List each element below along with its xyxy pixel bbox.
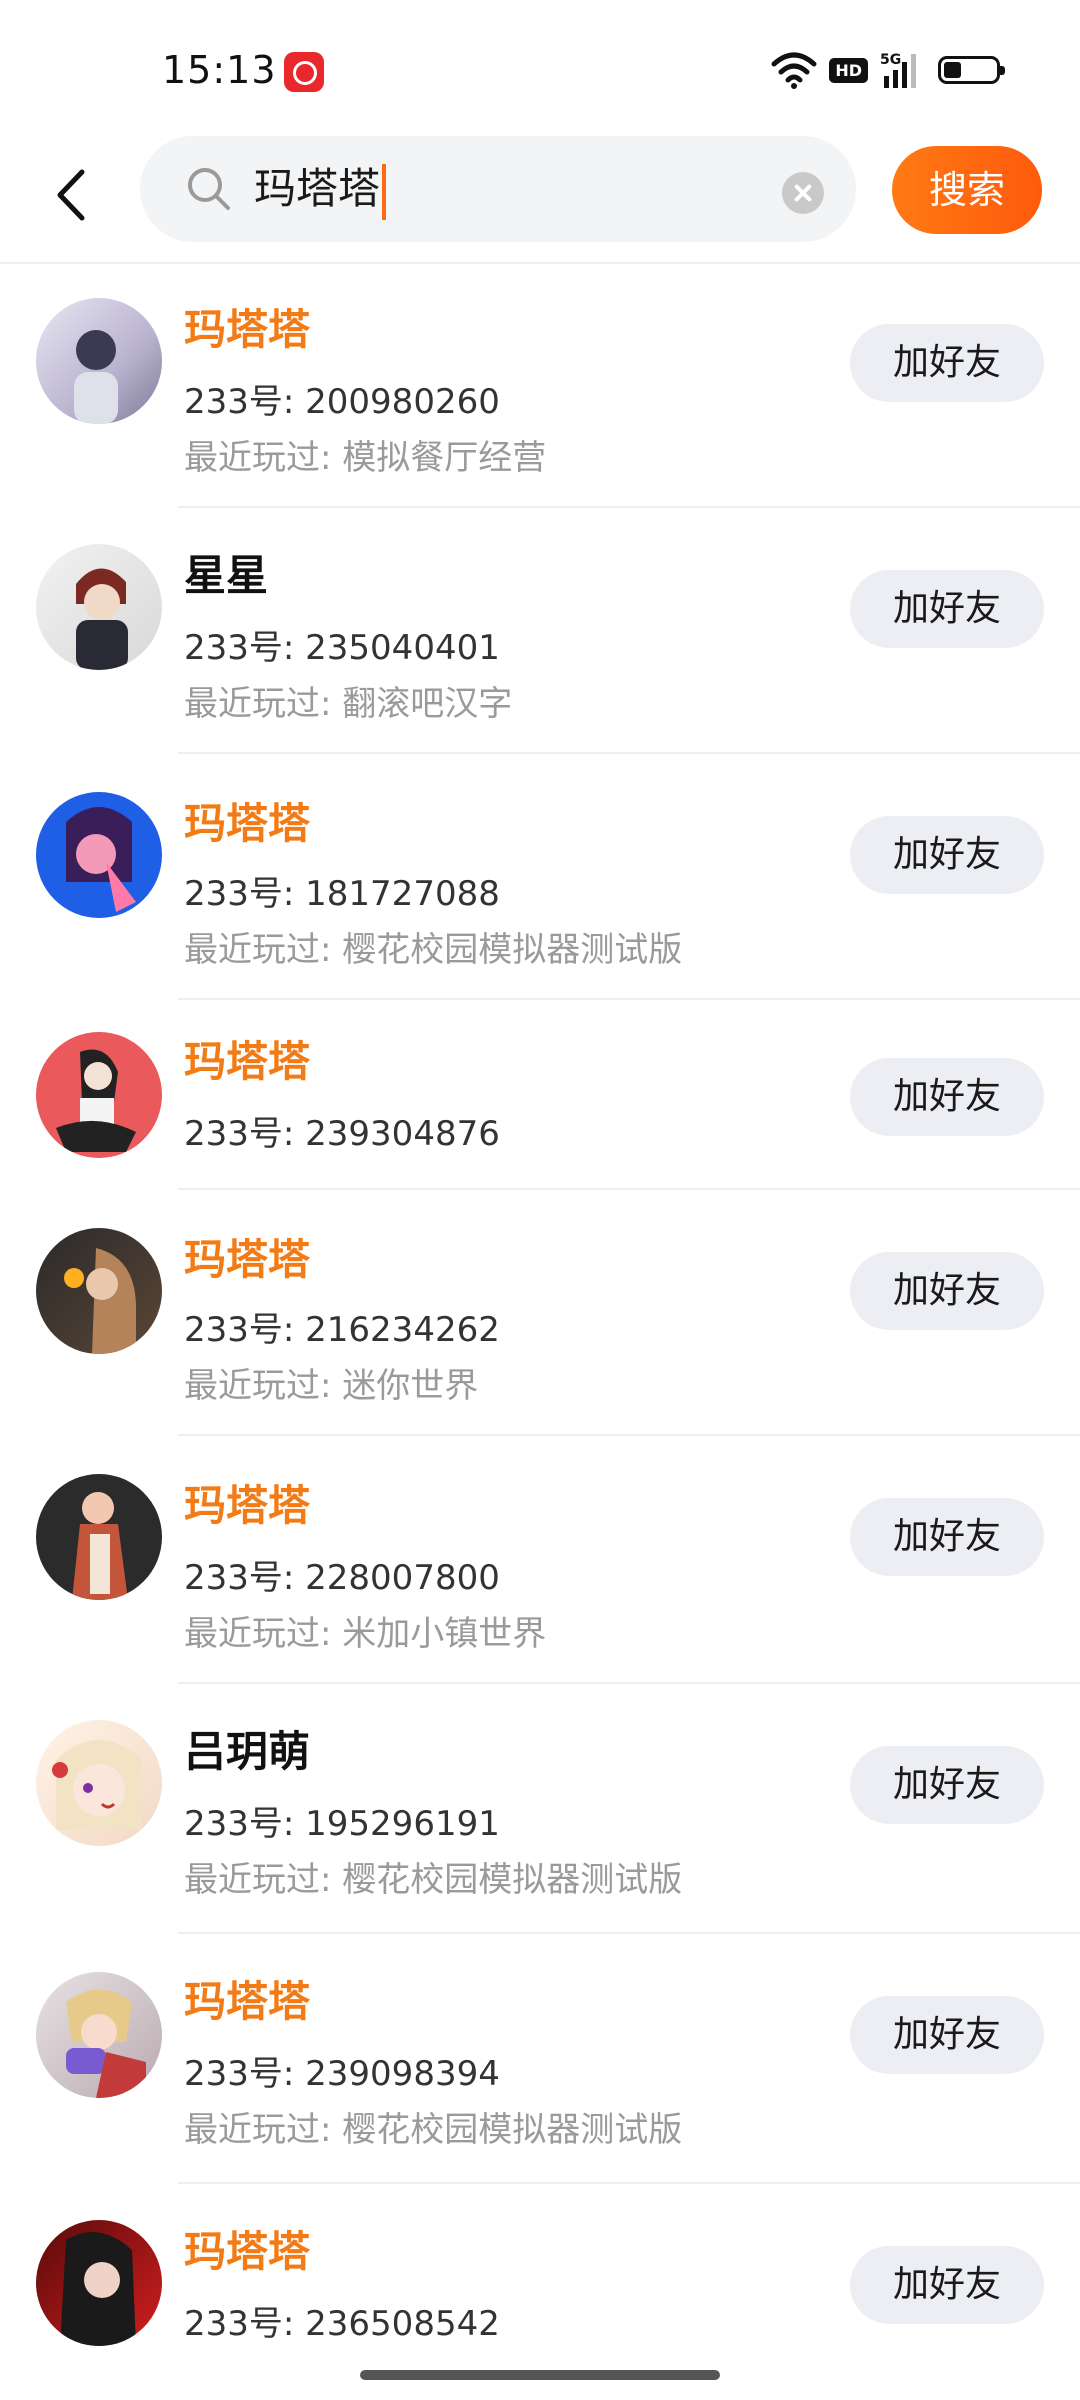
user-id: 233号: 239304876 bbox=[184, 1114, 500, 1154]
user-id: 233号: 236508542 bbox=[184, 2304, 500, 2344]
add-friend-button[interactable]: 加好友 bbox=[850, 570, 1044, 648]
text-caret bbox=[382, 163, 387, 220]
add-friend-button[interactable]: 加好友 bbox=[850, 816, 1044, 894]
user-name: 玛塔塔 bbox=[184, 1481, 311, 1530]
user-id: 233号: 235040401 bbox=[184, 628, 500, 668]
user-name: 玛塔塔 bbox=[184, 305, 311, 354]
search-icon bbox=[188, 168, 230, 210]
recent-played: 最近玩过: 樱花校园模拟器测试版 bbox=[184, 2110, 683, 2150]
user-name: 玛塔塔 bbox=[184, 1977, 311, 2026]
user-result-list: 玛塔塔 233号: 200980260 最近玩过: 模拟餐厅经营 加好友 星星 … bbox=[0, 264, 1080, 2354]
list-item[interactable]: 玛塔塔 233号: 216234262 最近玩过: 迷你世界 加好友 bbox=[0, 1190, 1080, 1436]
app-notification-icon bbox=[284, 52, 324, 92]
user-name: 玛塔塔 bbox=[184, 1235, 311, 1284]
list-item[interactable]: 玛塔塔 233号: 236508542 加好友 bbox=[0, 2184, 1080, 2354]
search-button[interactable]: 搜索 bbox=[892, 146, 1042, 234]
status-bar: 15:13 HD 5G bbox=[0, 0, 1080, 130]
user-name: 玛塔塔 bbox=[184, 1037, 311, 1086]
svg-text:5G: 5G bbox=[880, 52, 901, 68]
system-icons: HD 5G bbox=[771, 50, 1005, 90]
list-item[interactable]: 玛塔塔 233号: 181727088 最近玩过: 樱花校园模拟器测试版 加好友 bbox=[0, 754, 1080, 1000]
user-name: 星星 bbox=[184, 551, 269, 600]
status-time: 15:13 bbox=[162, 48, 277, 92]
back-icon[interactable] bbox=[46, 160, 96, 230]
avatar[interactable] bbox=[36, 1720, 162, 1846]
list-item[interactable]: 星星 233号: 235040401 最近玩过: 翻滚吧汉字 加好友 bbox=[0, 508, 1080, 754]
search-input[interactable]: 玛塔塔 bbox=[254, 156, 387, 222]
signal-5g-icon: 5G bbox=[880, 52, 916, 88]
avatar[interactable] bbox=[36, 792, 162, 918]
clear-icon[interactable] bbox=[782, 172, 824, 214]
list-item[interactable]: 玛塔塔 233号: 239304876 加好友 bbox=[0, 1000, 1080, 1190]
list-item[interactable]: 吕玥萌 233号: 195296191 最近玩过: 樱花校园模拟器测试版 加好友 bbox=[0, 1684, 1080, 1934]
list-item[interactable]: 玛塔塔 233号: 239098394 最近玩过: 樱花校园模拟器测试版 加好友 bbox=[0, 1934, 1080, 2184]
add-friend-button[interactable]: 加好友 bbox=[850, 1252, 1044, 1330]
list-item[interactable]: 玛塔塔 233号: 200980260 最近玩过: 模拟餐厅经营 加好友 bbox=[0, 264, 1080, 508]
hd-icon: HD bbox=[829, 57, 868, 83]
search-bar[interactable]: 玛塔塔 bbox=[140, 136, 856, 242]
avatar[interactable] bbox=[36, 2220, 162, 2346]
recent-played: 最近玩过: 模拟餐厅经营 bbox=[184, 438, 547, 478]
add-friend-button[interactable]: 加好友 bbox=[850, 1996, 1044, 2074]
user-name: 吕玥萌 bbox=[184, 1727, 311, 1776]
user-id: 233号: 200980260 bbox=[184, 382, 500, 422]
add-friend-button[interactable]: 加好友 bbox=[850, 1058, 1044, 1136]
home-indicator[interactable] bbox=[360, 2370, 720, 2380]
user-id: 233号: 195296191 bbox=[184, 1804, 500, 1844]
user-name: 玛塔塔 bbox=[184, 799, 311, 848]
avatar[interactable] bbox=[36, 1972, 162, 2098]
user-id: 233号: 228007800 bbox=[184, 1558, 500, 1598]
battery-icon bbox=[938, 56, 1005, 84]
add-friend-button[interactable]: 加好友 bbox=[850, 1498, 1044, 1576]
avatar[interactable] bbox=[36, 298, 162, 424]
recent-played: 最近玩过: 樱花校园模拟器测试版 bbox=[184, 1860, 683, 1900]
list-item[interactable]: 玛塔塔 233号: 228007800 最近玩过: 米加小镇世界 加好友 bbox=[0, 1436, 1080, 1684]
add-friend-button[interactable]: 加好友 bbox=[850, 2246, 1044, 2324]
wifi-icon bbox=[771, 52, 817, 89]
avatar[interactable] bbox=[36, 1228, 162, 1354]
user-id: 233号: 239098394 bbox=[184, 2054, 500, 2094]
recent-played: 最近玩过: 翻滚吧汉字 bbox=[184, 684, 513, 724]
user-name: 玛塔塔 bbox=[184, 2227, 311, 2276]
add-friend-button[interactable]: 加好友 bbox=[850, 324, 1044, 402]
search-header: 玛塔塔 搜索 bbox=[0, 130, 1080, 264]
avatar[interactable] bbox=[36, 1032, 162, 1158]
add-friend-button[interactable]: 加好友 bbox=[850, 1746, 1044, 1824]
avatar[interactable] bbox=[36, 1474, 162, 1600]
recent-played: 最近玩过: 迷你世界 bbox=[184, 1366, 479, 1406]
user-id: 233号: 216234262 bbox=[184, 1310, 500, 1350]
recent-played: 最近玩过: 米加小镇世界 bbox=[184, 1614, 547, 1654]
recent-played: 最近玩过: 樱花校园模拟器测试版 bbox=[184, 930, 683, 970]
avatar[interactable] bbox=[36, 544, 162, 670]
user-id: 233号: 181727088 bbox=[184, 874, 500, 914]
search-query-text: 玛塔塔 bbox=[254, 164, 381, 213]
